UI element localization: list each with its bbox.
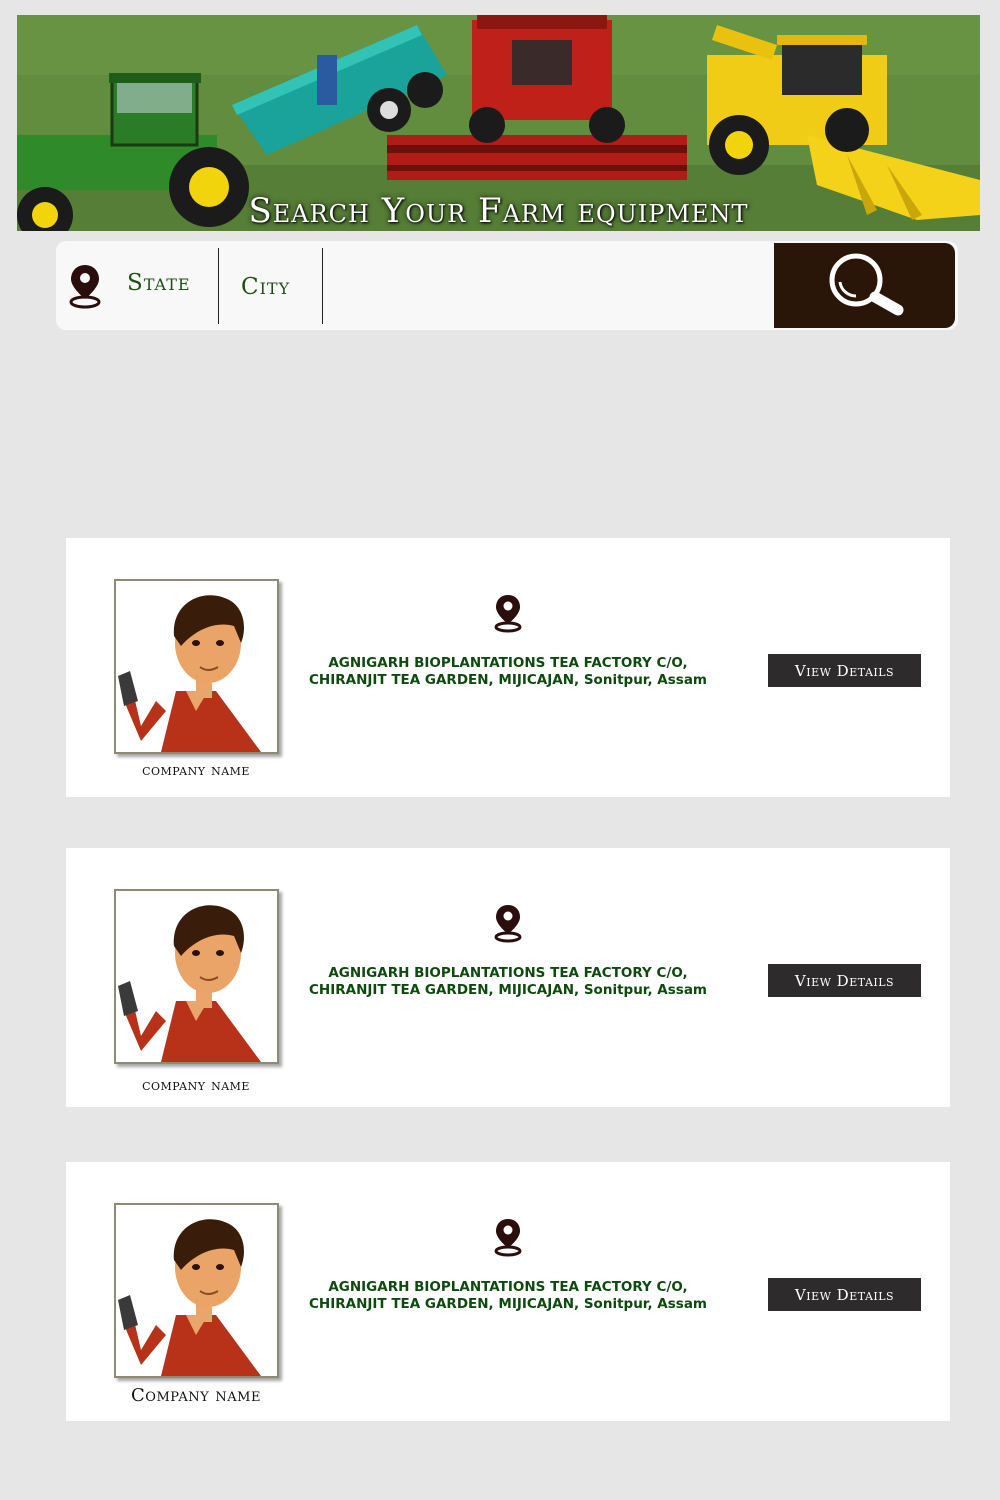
listing-card: Company name AGNIGARH BIOPLANTATIONS TEA…: [66, 1162, 950, 1421]
view-details-button[interactable]: View Details: [768, 964, 921, 997]
search-input[interactable]: [328, 248, 768, 324]
address-line-1: AGNIGARH BIOPLANTATIONS TEA FACTORY C/O,: [328, 655, 688, 671]
city-selector[interactable]: City: [241, 274, 290, 300]
state-selector[interactable]: State: [127, 270, 191, 296]
avatar: [114, 579, 279, 754]
magnifier-icon: [829, 253, 904, 316]
address-line-1: AGNIGARH BIOPLANTATIONS TEA FACTORY C/O,: [328, 1279, 688, 1295]
company-name: Company name: [131, 1385, 261, 1406]
avatar: [114, 889, 279, 1064]
search-button[interactable]: [774, 243, 955, 328]
address-line-2: CHIRANJIT TEA GARDEN, MIJICAJAN, Sonitpu…: [309, 672, 707, 688]
address-line-2: CHIRANJIT TEA GARDEN, MIJICAJAN, Sonitpu…: [309, 982, 707, 998]
hero-banner: Search Your Farm equipment: [17, 15, 980, 231]
person-avatar-image: [116, 1205, 277, 1376]
person-avatar-image: [116, 581, 277, 752]
company-name: company name: [142, 760, 250, 779]
map-pin-icon: [67, 263, 103, 309]
banner-title: Search Your Farm equipment: [248, 191, 749, 231]
view-details-button[interactable]: View Details: [768, 654, 921, 687]
address-line-2: CHIRANJIT TEA GARDEN, MIJICAJAN, Sonitpu…: [309, 1296, 707, 1312]
divider: [322, 248, 323, 324]
company-address: AGNIGARH BIOPLANTATIONS TEA FACTORY C/O,…: [306, 965, 710, 999]
address-line-1: AGNIGARH BIOPLANTATIONS TEA FACTORY C/O,: [328, 965, 688, 981]
view-details-button[interactable]: View Details: [768, 1278, 921, 1311]
location-pin-icon: [492, 1217, 524, 1257]
company-address: AGNIGARH BIOPLANTATIONS TEA FACTORY C/O,…: [306, 1279, 710, 1313]
listing-card: company name AGNIGARH BIOPLANTATIONS TEA…: [66, 848, 950, 1107]
location-pin-icon: [492, 903, 524, 943]
person-avatar-image: [116, 891, 277, 1062]
avatar: [114, 1203, 279, 1378]
company-name: company name: [142, 1075, 250, 1094]
company-address: AGNIGARH BIOPLANTATIONS TEA FACTORY C/O,…: [306, 655, 710, 689]
divider: [218, 248, 219, 324]
listing-card: company name AGNIGARH BIOPLANTATIONS TEA…: [66, 538, 950, 797]
location-pin-icon: [492, 593, 524, 633]
search-bar: State City: [56, 241, 958, 330]
